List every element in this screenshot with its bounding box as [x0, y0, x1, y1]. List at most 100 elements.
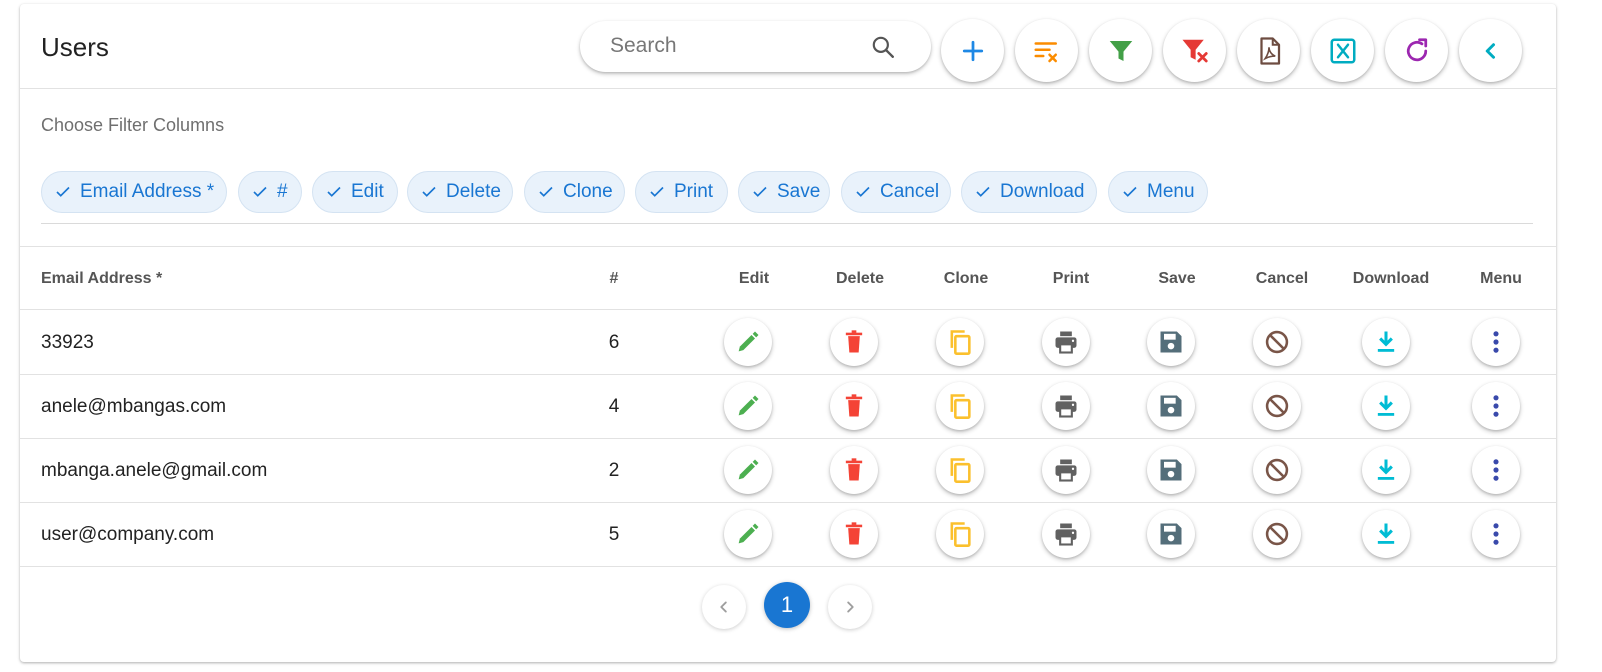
- delete-button[interactable]: [830, 382, 878, 430]
- pagination: 1: [20, 571, 1556, 661]
- email-cell: user@company.com: [41, 524, 215, 545]
- print-button[interactable]: [1042, 318, 1090, 366]
- download-icon: [1377, 395, 1395, 416]
- download-icon: [1377, 523, 1395, 544]
- edit-button[interactable]: [724, 318, 772, 366]
- more-vert-icon: [1493, 523, 1499, 545]
- pencil-icon: [738, 459, 759, 480]
- column-header-email[interactable]: Email Address *: [41, 270, 162, 288]
- clone-button[interactable]: [936, 382, 984, 430]
- menu-button[interactable]: [1472, 510, 1520, 558]
- column-header-download: Download: [1352, 270, 1430, 287]
- block-icon: [1265, 522, 1289, 546]
- filter-chip[interactable]: Print: [635, 171, 728, 213]
- download-button[interactable]: [1362, 382, 1410, 430]
- floppy-icon: [1160, 459, 1182, 481]
- filter-chip[interactable]: Email Address *: [41, 171, 227, 213]
- check-icon: [650, 186, 664, 197]
- filter-chip[interactable]: Clone: [524, 171, 625, 213]
- print-button[interactable]: [1042, 382, 1090, 430]
- pdf-icon: [1259, 36, 1280, 65]
- clone-button[interactable]: [936, 510, 984, 558]
- table-row: user@company.com 5: [20, 503, 1556, 567]
- filter-chip-label: Download: [1000, 181, 1085, 202]
- search-box[interactable]: [580, 21, 931, 72]
- filter-chip-label: Cancel: [880, 181, 940, 202]
- refresh-icon: [1406, 37, 1427, 61]
- menu-button[interactable]: [1472, 318, 1520, 366]
- edit-button[interactable]: [724, 382, 772, 430]
- filter-chip[interactable]: Save: [738, 171, 830, 213]
- email-cell: mbanga.anele@gmail.com: [41, 460, 268, 481]
- filter-chip[interactable]: Delete: [407, 171, 513, 213]
- clone-button[interactable]: [936, 318, 984, 366]
- menu-button[interactable]: [1472, 382, 1520, 430]
- search-input[interactable]: [610, 31, 860, 61]
- block-icon: [1265, 330, 1289, 354]
- next-page-button[interactable]: [828, 585, 872, 629]
- filter-chip-label: Delete: [446, 181, 501, 202]
- column-header-clone: Clone: [943, 270, 989, 287]
- export-excel-button[interactable]: [1311, 19, 1374, 82]
- sort-clear-icon: [1034, 41, 1057, 62]
- column-header-print: Print: [1052, 270, 1090, 287]
- check-icon: [856, 186, 870, 197]
- current-page-button[interactable]: 1: [764, 582, 810, 628]
- filter-chip[interactable]: #: [238, 171, 302, 213]
- clear-filter-button[interactable]: [1163, 19, 1226, 82]
- edit-button[interactable]: [724, 510, 772, 558]
- chevron-right-icon: [847, 601, 854, 613]
- delete-button[interactable]: [830, 318, 878, 366]
- save-button[interactable]: [1147, 446, 1195, 494]
- filter-chip-label: Menu: [1147, 181, 1195, 202]
- print-button[interactable]: [1042, 510, 1090, 558]
- excel-icon: [1330, 38, 1355, 63]
- card-header: Users: [20, 4, 1556, 89]
- previous-page-button[interactable]: [702, 585, 746, 629]
- refresh-button[interactable]: [1385, 19, 1448, 82]
- save-button[interactable]: [1147, 318, 1195, 366]
- add-button[interactable]: [941, 19, 1004, 82]
- print-button[interactable]: [1042, 446, 1090, 494]
- funnel-icon: [1109, 40, 1132, 61]
- filter-chip[interactable]: Cancel: [841, 171, 951, 213]
- cancel-button[interactable]: [1253, 446, 1301, 494]
- delete-button[interactable]: [830, 510, 878, 558]
- column-header-delete: Delete: [835, 270, 885, 287]
- check-icon: [253, 186, 267, 197]
- block-icon: [1265, 394, 1289, 418]
- filter-chip[interactable]: Download: [961, 171, 1097, 213]
- search-icon[interactable]: [870, 34, 896, 60]
- cancel-button[interactable]: [1253, 510, 1301, 558]
- collapse-button[interactable]: [1459, 19, 1522, 82]
- printer-icon: [1055, 523, 1077, 546]
- table-header: Email Address * # Edit Delete Clone Prin…: [20, 248, 1556, 310]
- menu-button[interactable]: [1472, 446, 1520, 494]
- delete-button[interactable]: [830, 446, 878, 494]
- trash-icon: [845, 394, 863, 417]
- filter-button[interactable]: [1089, 19, 1152, 82]
- column-header-number[interactable]: #: [610, 270, 619, 288]
- floppy-icon: [1160, 523, 1182, 545]
- printer-icon: [1055, 459, 1077, 482]
- filter-chip[interactable]: Edit: [312, 171, 398, 213]
- check-icon: [422, 186, 436, 197]
- copy-icon: [950, 458, 971, 483]
- clone-button[interactable]: [936, 446, 984, 494]
- edit-button[interactable]: [724, 446, 772, 494]
- download-button[interactable]: [1362, 446, 1410, 494]
- download-button[interactable]: [1362, 510, 1410, 558]
- email-cell: 33923: [41, 332, 94, 353]
- cancel-button[interactable]: [1253, 318, 1301, 366]
- filter-chip-label: Edit: [351, 181, 384, 202]
- filter-chip[interactable]: Menu: [1108, 171, 1208, 213]
- filter-divider: [41, 223, 1533, 224]
- clear-sort-button[interactable]: [1015, 19, 1078, 82]
- export-pdf-button[interactable]: [1237, 19, 1300, 82]
- save-button[interactable]: [1147, 510, 1195, 558]
- cancel-button[interactable]: [1253, 382, 1301, 430]
- printer-icon: [1055, 395, 1077, 418]
- column-header-menu: Menu: [1480, 270, 1522, 287]
- download-button[interactable]: [1362, 318, 1410, 366]
- save-button[interactable]: [1147, 382, 1195, 430]
